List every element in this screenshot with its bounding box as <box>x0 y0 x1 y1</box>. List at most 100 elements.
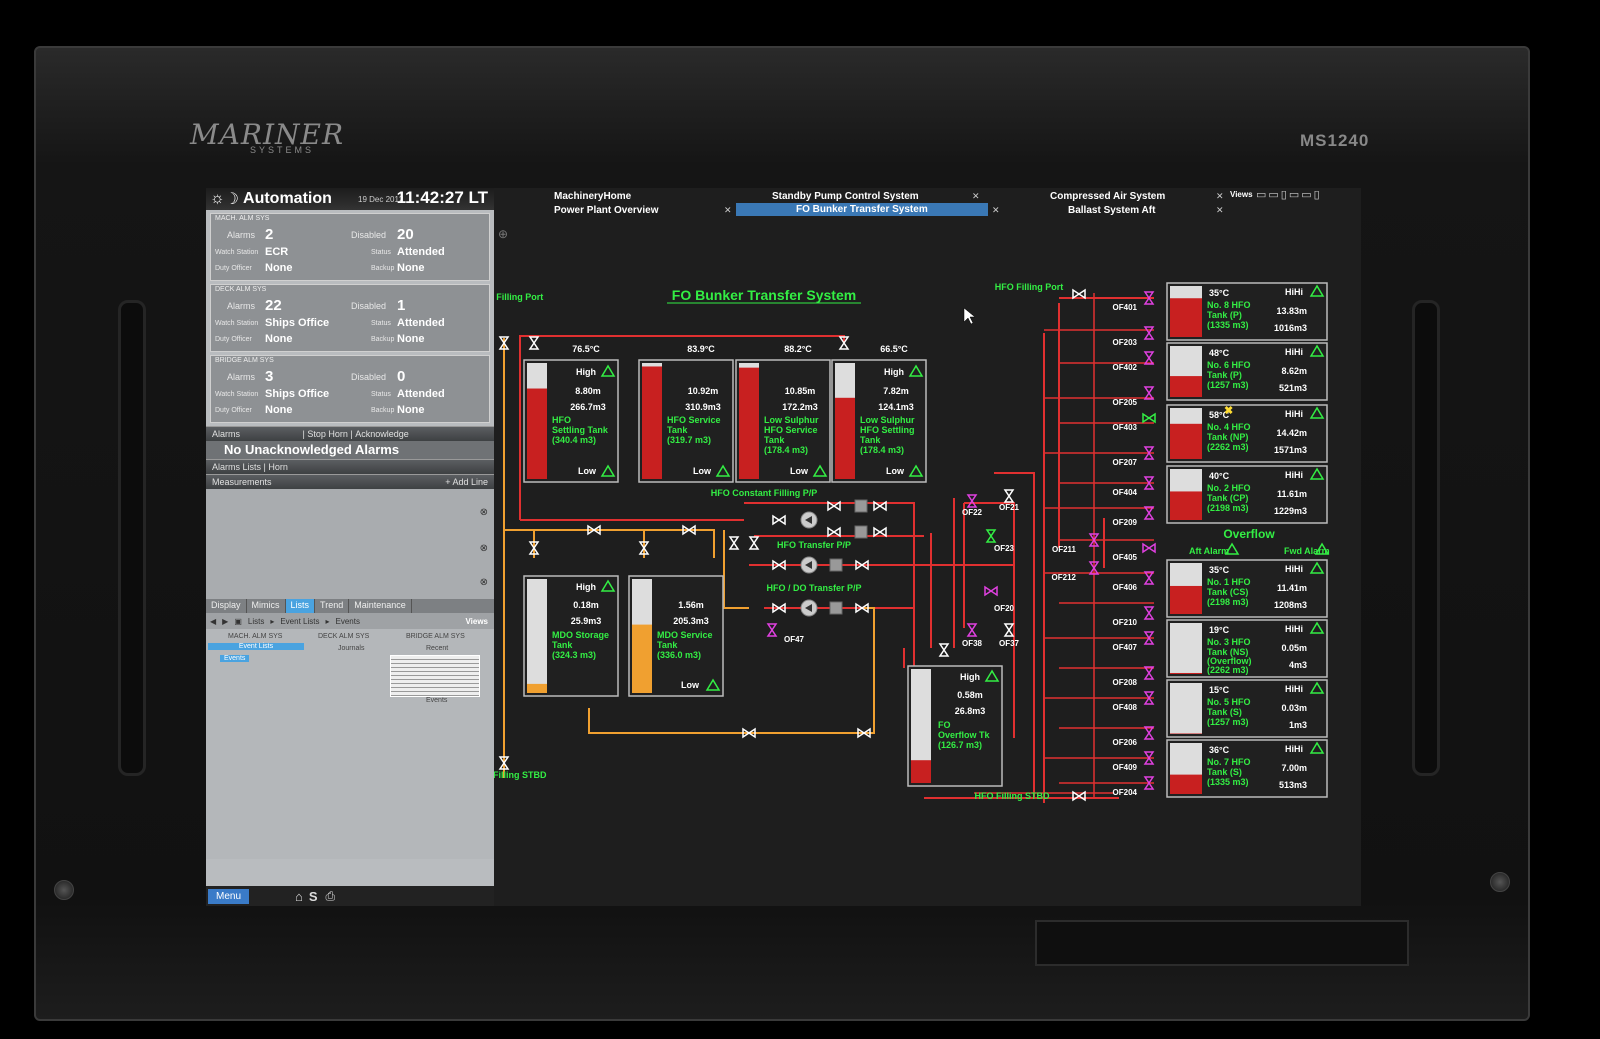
path-events[interactable]: Events <box>336 617 360 626</box>
home-icon[interactable]: ⌂ <box>295 889 303 904</box>
tank-volume: 124.1m3 <box>878 402 914 412</box>
stop-horn-button[interactable]: Stop Horn <box>307 429 348 439</box>
valve[interactable] <box>772 514 786 526</box>
disabled-label: Disabled <box>351 372 387 382</box>
measurements-label: Measurements <box>212 477 272 487</box>
valve[interactable] <box>1143 326 1155 340</box>
tab-standby-pump[interactable]: Standby Pump Control System <box>772 191 919 202</box>
tab-machinery-home[interactable]: MachineryHome <box>554 191 631 202</box>
events-item[interactable]: Events <box>220 655 250 662</box>
measurements-bar[interactable]: Measurements + Add Line <box>206 474 494 489</box>
valve[interactable] <box>827 526 841 538</box>
tank-name: No. 8 HFO <box>1207 300 1251 310</box>
views-label[interactable]: Views <box>1230 190 1253 199</box>
valve[interactable] <box>984 585 998 597</box>
valve[interactable] <box>728 536 740 550</box>
events-thumbnail[interactable] <box>390 655 480 697</box>
alarms-bar2-links[interactable]: Lists | Horn <box>243 462 288 472</box>
valve[interactable] <box>766 623 778 637</box>
close-icon[interactable]: ⊗ <box>480 577 488 588</box>
close-icon[interactable]: ⊗ <box>480 507 488 518</box>
valve[interactable] <box>1142 412 1156 424</box>
hihi-label: HiHi <box>1285 564 1303 574</box>
valve[interactable] <box>938 643 950 657</box>
tank-capacity: (1257 m3) <box>1207 380 1249 390</box>
valve[interactable] <box>1143 666 1155 680</box>
close-icon[interactable]: ✕ <box>1216 205 1224 216</box>
tank-name: Tank (P) <box>1207 310 1242 320</box>
tank-volume: 172.2m3 <box>782 402 818 412</box>
close-icon[interactable]: ✕ <box>992 205 1000 216</box>
backup-value: None <box>397 404 425 416</box>
valve[interactable] <box>1143 386 1155 400</box>
moon-icon[interactable]: ☽ <box>225 189 239 209</box>
close-icon[interactable]: ⊗ <box>480 543 488 554</box>
tank-level-fill <box>1170 585 1202 614</box>
disabled-label: Disabled <box>351 230 387 240</box>
path-event-lists[interactable]: Event Lists <box>280 617 319 626</box>
close-icon[interactable]: ✕ <box>972 191 980 202</box>
alarms-bar-2[interactable]: Alarms Lists | Horn <box>206 459 494 474</box>
tab-compressed-air[interactable]: Compressed Air System <box>1050 191 1165 202</box>
valve[interactable] <box>1143 571 1155 585</box>
valve[interactable] <box>873 526 887 538</box>
valve[interactable] <box>985 529 997 543</box>
diagram-title: FO Bunker Transfer System <box>672 287 856 303</box>
alarm-system-box[interactable]: MACH. ALM SYS Alarms 2 Disabled 20 Watch Stat… <box>210 213 490 281</box>
acknowledge-button[interactable]: Acknowledge <box>355 429 409 439</box>
tank-capacity: (324.3 m3) <box>552 650 596 660</box>
alarm-system-box[interactable]: BRIDGE ALM SYS Alarms 3 Disabled 0 Watch Stat… <box>210 355 490 423</box>
valve-label: OF22 <box>962 508 983 517</box>
tank-volume: 4m3 <box>1289 660 1307 670</box>
valve[interactable] <box>528 336 540 350</box>
valve[interactable] <box>1143 606 1155 620</box>
forward-icon[interactable]: ▶ <box>222 617 228 626</box>
folder-icon[interactable]: ▣ <box>234 617 242 626</box>
tank-name: MDO Storage <box>552 630 609 640</box>
valve[interactable] <box>1143 351 1155 365</box>
event-lists-item[interactable]: Event Lists <box>208 643 304 650</box>
tab-trend[interactable]: Trend <box>315 599 350 613</box>
sun-icon[interactable]: ☼ <box>210 190 225 208</box>
recent-item[interactable]: Recent <box>426 645 448 652</box>
valve[interactable] <box>1142 542 1156 554</box>
close-icon[interactable]: ✕ <box>724 205 732 216</box>
valve[interactable] <box>1143 506 1155 520</box>
watch-station-label: Watch Station <box>215 391 259 398</box>
path-lists[interactable]: Lists <box>248 617 264 626</box>
tab-fo-bunker[interactable]: FO Bunker Transfer System <box>736 203 988 216</box>
valve[interactable] <box>1003 489 1015 503</box>
menu-button[interactable]: Menu <box>208 888 250 904</box>
alarms-bar[interactable]: Alarms | Stop Horn | Acknowledge <box>206 426 494 441</box>
back-icon[interactable]: ◀ <box>210 617 216 626</box>
valve[interactable] <box>966 494 978 508</box>
status-label: Status <box>371 249 391 256</box>
tab-mimics[interactable]: Mimics <box>247 599 286 613</box>
valve[interactable] <box>748 536 760 550</box>
journals-item[interactable]: Journals <box>338 645 364 652</box>
valve[interactable] <box>966 623 978 637</box>
tab-power-plant[interactable]: Power Plant Overview <box>554 205 659 216</box>
tank-volume: 1208m3 <box>1274 600 1307 610</box>
tab-maintenance[interactable]: Maintenance <box>349 599 412 613</box>
pan-icon[interactable]: ⊕ <box>498 227 508 241</box>
tab-lists[interactable]: Lists <box>285 599 316 613</box>
print-icon[interactable]: ⎙ <box>326 889 336 904</box>
s-icon[interactable]: S <box>309 889 318 904</box>
valve[interactable] <box>1072 288 1086 300</box>
tab-display[interactable]: Display <box>206 599 247 613</box>
tank-capacity: (1335 m3) <box>1207 777 1249 787</box>
views-button[interactable]: Views <box>465 617 488 626</box>
tank-name: HFO Service <box>667 415 721 425</box>
tank-temperature: 83.9°C <box>687 344 715 354</box>
valve-label: OF37 <box>999 639 1020 648</box>
tank-gauge <box>1170 683 1202 734</box>
valve[interactable] <box>1003 623 1015 637</box>
add-line-button[interactable]: + Add Line <box>445 477 488 487</box>
layout-icons[interactable]: ▭▭▯▭▭▯ <box>1256 188 1322 201</box>
valve-label: OF38 <box>962 639 983 648</box>
tab-ballast-aft[interactable]: Ballast System Aft <box>1068 205 1155 216</box>
close-icon[interactable]: ✕ <box>1216 191 1224 202</box>
valve[interactable] <box>1143 726 1155 740</box>
alarm-system-box[interactable]: DECK ALM SYS Alarms 22 Disabled 1 Watch Stati… <box>210 284 490 352</box>
